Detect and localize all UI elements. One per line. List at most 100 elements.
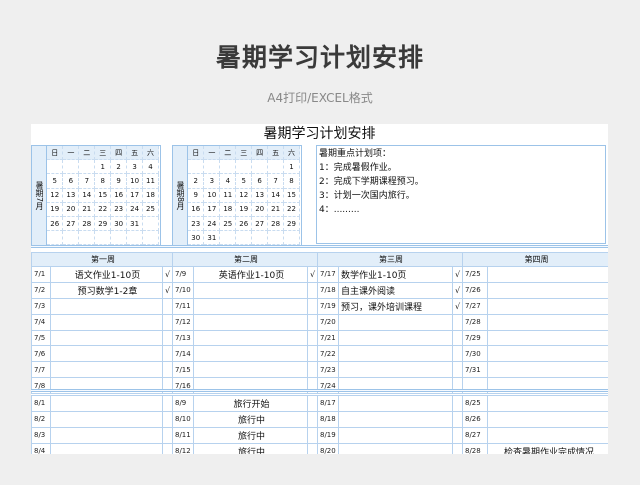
task-cell[interactable] [193, 297, 308, 315]
task-cell[interactable] [50, 442, 163, 454]
done-check[interactable] [162, 329, 173, 347]
done-check[interactable] [307, 361, 318, 379]
date-cell[interactable]: 7/5 [31, 329, 51, 347]
done-check[interactable]: √ [452, 297, 463, 315]
task-cell[interactable] [50, 297, 163, 315]
task-cell[interactable]: 数学作业1-10页 [338, 266, 453, 283]
date-cell[interactable]: 7/9 [172, 266, 194, 283]
task-cell[interactable]: 旅行中 [193, 442, 308, 454]
date-cell[interactable]: 7/6 [31, 345, 51, 363]
done-check[interactable] [162, 313, 173, 331]
date-cell[interactable]: 7/23 [317, 361, 339, 379]
date-cell[interactable]: 8/2 [31, 410, 51, 428]
task-cell[interactable] [50, 395, 163, 412]
task-cell[interactable] [338, 361, 453, 379]
date-cell[interactable]: 7/3 [31, 297, 51, 315]
done-check[interactable] [307, 426, 318, 444]
date-cell[interactable]: 7/19 [317, 297, 339, 315]
date-cell[interactable]: 7/2 [31, 281, 51, 299]
task-cell[interactable] [487, 281, 608, 299]
done-check[interactable]: √ [452, 281, 463, 299]
date-cell[interactable]: 7/17 [317, 266, 339, 283]
task-cell[interactable]: 预习数学1-2章 [50, 281, 163, 299]
date-cell[interactable]: 8/19 [317, 426, 339, 444]
done-check[interactable] [307, 410, 318, 428]
date-cell[interactable]: 8/25 [462, 395, 488, 412]
date-cell[interactable]: 7/13 [172, 329, 194, 347]
task-cell[interactable]: 旅行中 [193, 410, 308, 428]
done-check[interactable]: √ [452, 266, 463, 283]
date-cell[interactable]: 8/26 [462, 410, 488, 428]
task-cell[interactable] [50, 329, 163, 347]
task-cell[interactable] [193, 281, 308, 299]
task-cell[interactable] [50, 313, 163, 331]
date-cell[interactable]: 8/12 [172, 442, 194, 454]
done-check[interactable]: √ [307, 266, 318, 283]
task-cell[interactable] [487, 313, 608, 331]
task-cell[interactable] [338, 395, 453, 412]
date-cell[interactable]: 7/7 [31, 361, 51, 379]
done-check[interactable] [452, 313, 463, 331]
date-cell[interactable]: 7/31 [462, 361, 488, 379]
task-cell[interactable] [338, 345, 453, 363]
date-cell[interactable]: 7/29 [462, 329, 488, 347]
task-cell[interactable] [50, 361, 163, 379]
task-cell[interactable] [487, 426, 608, 444]
done-check[interactable]: √ [162, 281, 173, 299]
done-check[interactable] [307, 297, 318, 315]
done-check[interactable] [307, 329, 318, 347]
date-cell[interactable]: 7/10 [172, 281, 194, 299]
date-cell[interactable]: 7/4 [31, 313, 51, 331]
date-cell[interactable]: 7/22 [317, 345, 339, 363]
task-cell[interactable] [193, 313, 308, 331]
date-cell[interactable]: 7/14 [172, 345, 194, 363]
task-cell[interactable]: 旅行开始 [193, 395, 308, 412]
date-cell[interactable]: 7/11 [172, 297, 194, 315]
task-cell[interactable] [50, 345, 163, 363]
done-check[interactable]: √ [162, 266, 173, 283]
date-cell[interactable]: 8/20 [317, 442, 339, 454]
task-cell[interactable]: 检查暑期作业完成情况 [487, 442, 608, 454]
date-cell[interactable]: 8/9 [172, 395, 194, 412]
date-cell[interactable]: 8/27 [462, 426, 488, 444]
date-cell[interactable]: 7/12 [172, 313, 194, 331]
date-cell[interactable]: 7/18 [317, 281, 339, 299]
date-cell[interactable]: 8/10 [172, 410, 194, 428]
done-check[interactable] [452, 395, 463, 412]
done-check[interactable] [452, 410, 463, 428]
done-check[interactable] [162, 345, 173, 363]
task-cell[interactable]: 语文作业1-10页 [50, 266, 163, 283]
task-cell[interactable] [338, 442, 453, 454]
date-cell[interactable]: 7/25 [462, 266, 488, 283]
done-check[interactable] [452, 426, 463, 444]
date-cell[interactable]: 7/20 [317, 313, 339, 331]
task-cell[interactable]: 旅行中 [193, 426, 308, 444]
done-check[interactable] [162, 410, 173, 428]
date-cell[interactable]: 8/3 [31, 426, 51, 444]
done-check[interactable] [162, 297, 173, 315]
task-cell[interactable] [193, 361, 308, 379]
task-cell[interactable] [338, 313, 453, 331]
date-cell[interactable]: 7/26 [462, 281, 488, 299]
date-cell[interactable]: 8/28 [462, 442, 488, 454]
date-cell[interactable]: 8/18 [317, 410, 339, 428]
done-check[interactable] [452, 442, 463, 454]
task-cell[interactable] [193, 345, 308, 363]
date-cell[interactable]: 8/4 [31, 442, 51, 454]
date-cell[interactable]: 7/30 [462, 345, 488, 363]
date-cell[interactable]: 8/11 [172, 426, 194, 444]
date-cell[interactable]: 7/15 [172, 361, 194, 379]
task-cell[interactable] [50, 426, 163, 444]
done-check[interactable] [307, 345, 318, 363]
done-check[interactable] [307, 442, 318, 454]
done-check[interactable] [162, 395, 173, 412]
done-check[interactable] [307, 313, 318, 331]
task-cell[interactable] [338, 426, 453, 444]
task-cell[interactable] [487, 410, 608, 428]
task-cell[interactable]: 预习，课外培训课程 [338, 297, 453, 315]
task-cell[interactable] [338, 410, 453, 428]
task-cell[interactable] [487, 266, 608, 283]
done-check[interactable] [452, 361, 463, 379]
task-cell[interactable] [338, 329, 453, 347]
task-cell[interactable]: 英语作业1-10页 [193, 266, 308, 283]
